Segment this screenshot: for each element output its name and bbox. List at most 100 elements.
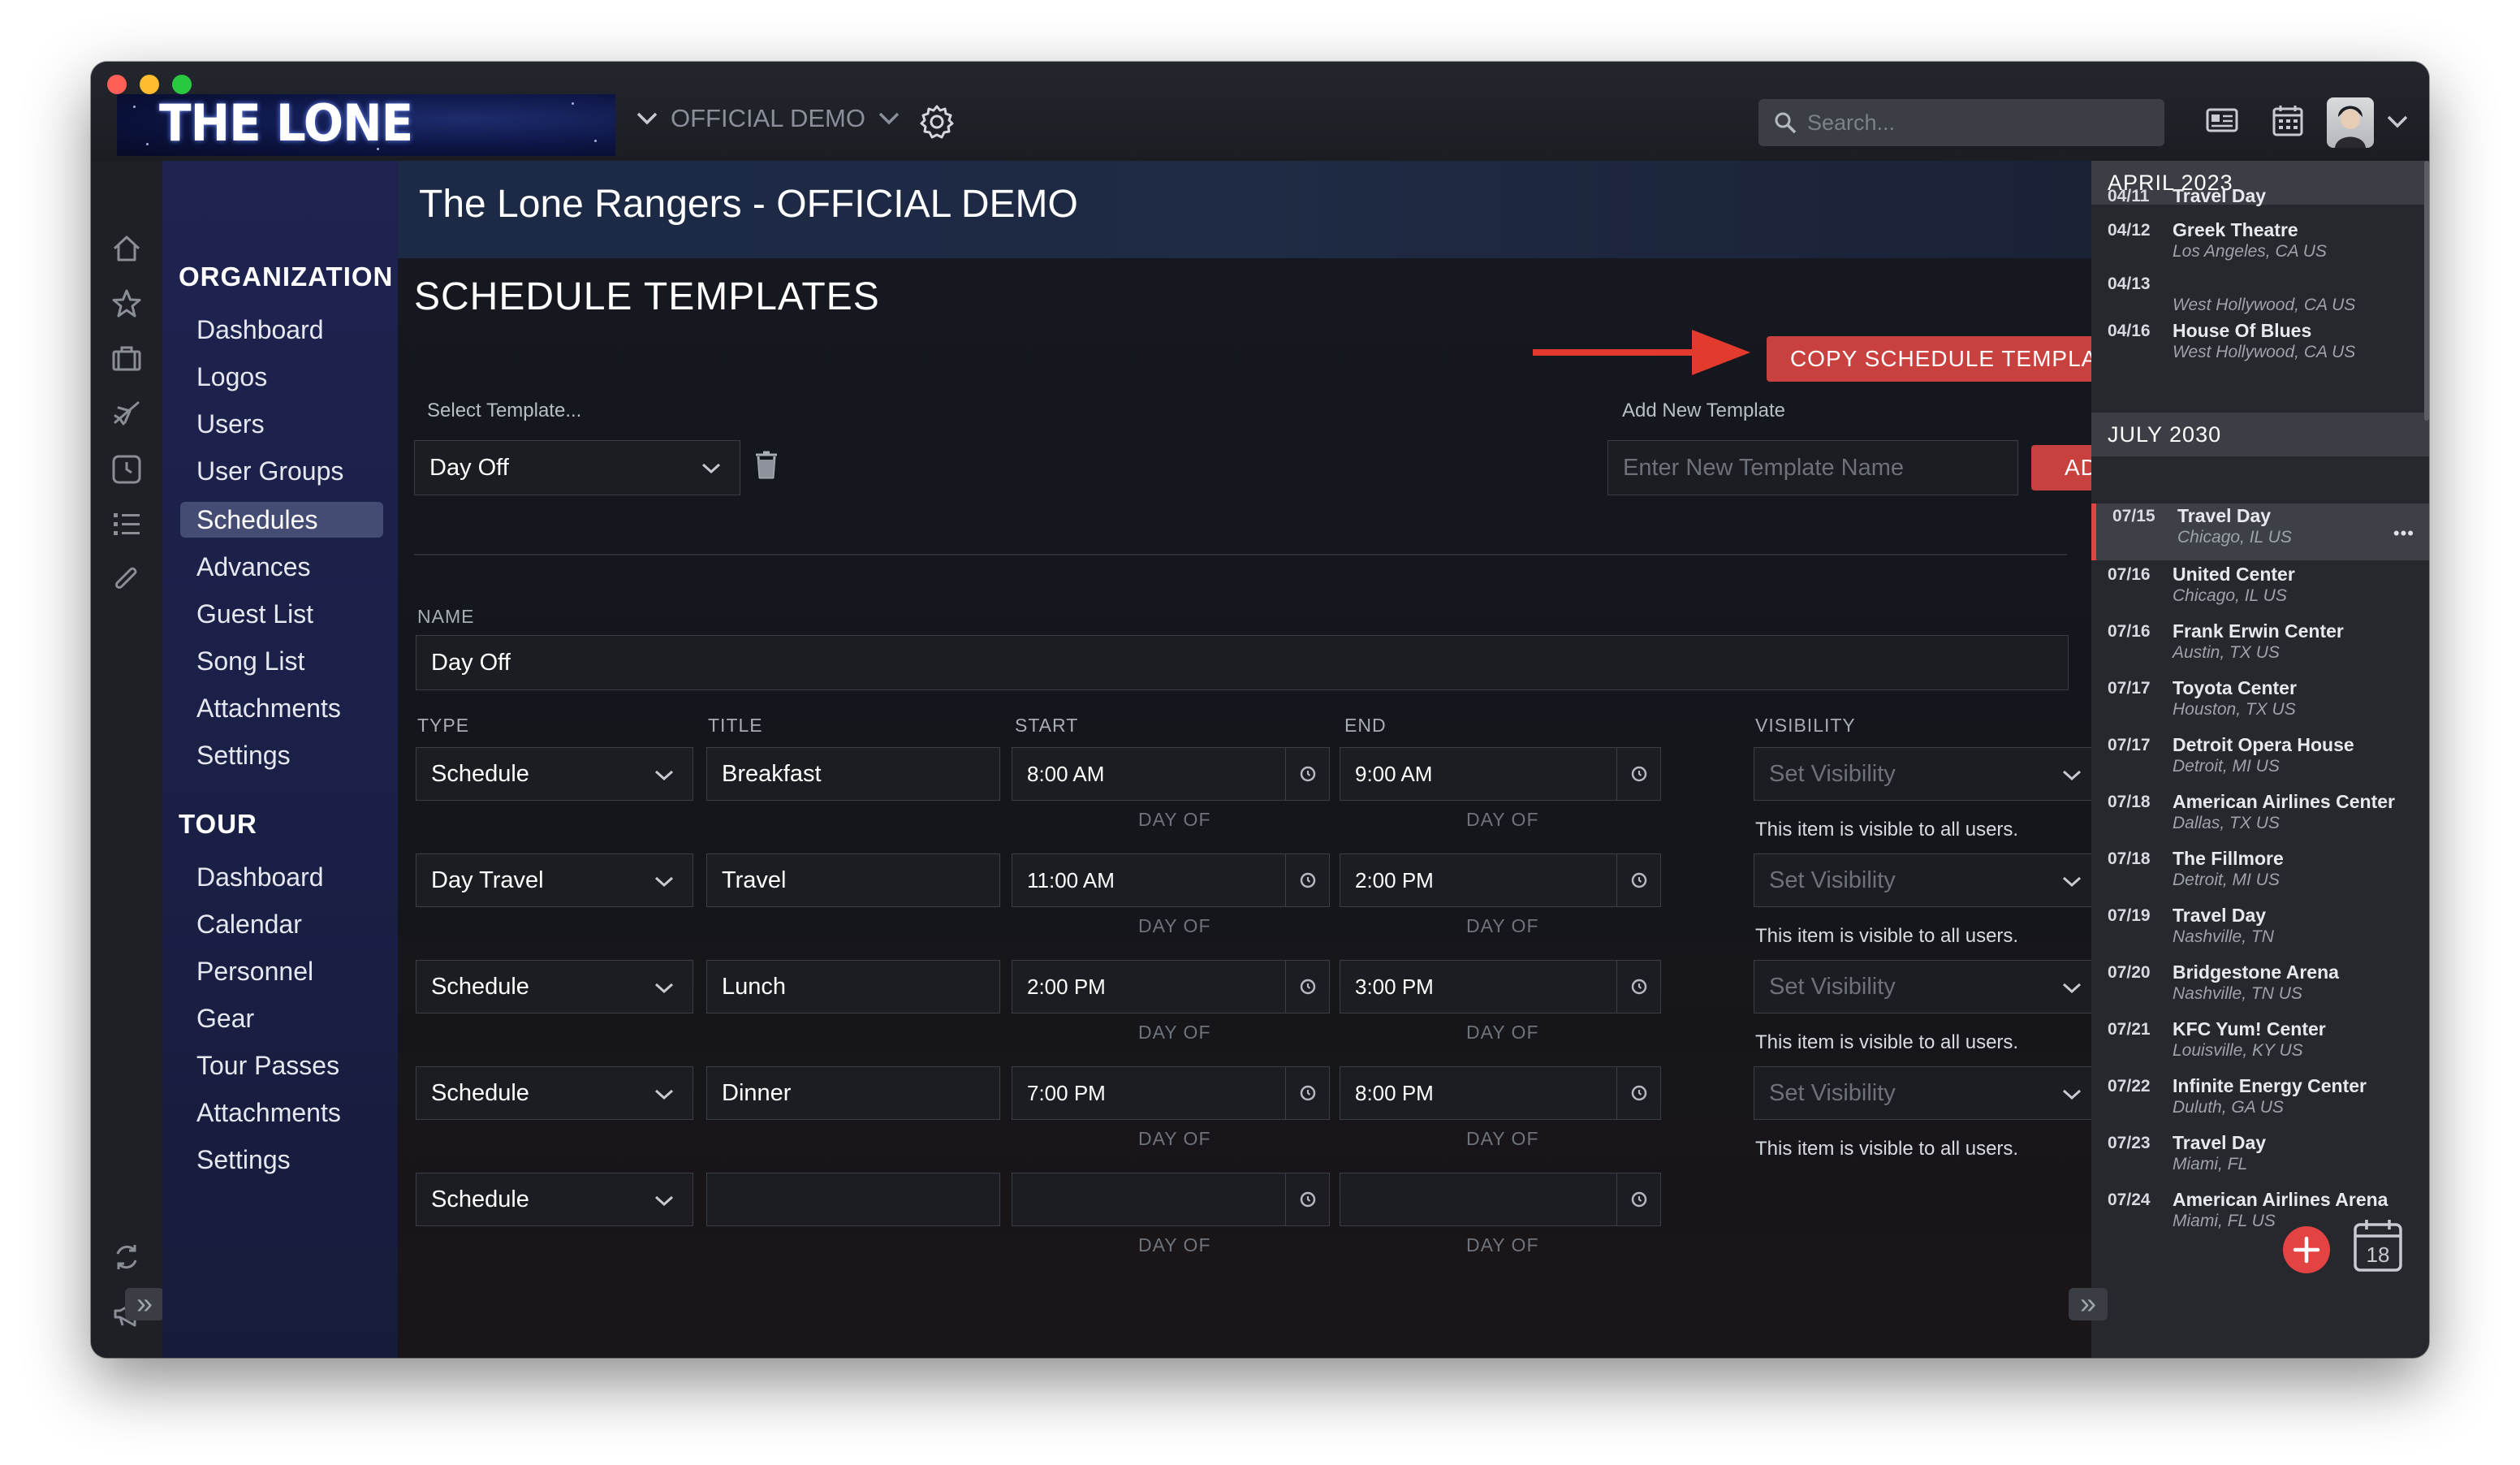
plane-icon[interactable] — [110, 398, 143, 430]
calendar-event-item[interactable]: 07/21 KFC Yum! Center Louisville, KY US — [2091, 1017, 2429, 1074]
calendar-icon[interactable] — [2272, 104, 2304, 138]
org-switcher[interactable]: OFFICIAL DEMO — [635, 104, 901, 133]
sidebar-item-org-dashboard[interactable]: Dashboard — [180, 312, 383, 348]
sidebar-item-advances[interactable]: Advances — [180, 549, 383, 585]
search-input[interactable] — [1807, 110, 2148, 136]
today-calendar-button[interactable]: 18 — [2353, 1218, 2403, 1273]
new-template-name-input[interactable]: Enter New Template Name — [1607, 440, 2018, 495]
close-window-button[interactable] — [107, 75, 127, 94]
sidebar-item-user-groups[interactable]: User Groups — [180, 453, 383, 489]
expand-calendar-panel-button[interactable]: » — [2069, 1288, 2108, 1320]
row-title-input[interactable]: Breakfast — [706, 747, 1000, 801]
calendar-event-item[interactable]: 07/20 Bridgestone Arena Nashville, TN US — [2091, 960, 2429, 1017]
calendar-event-item[interactable]: 07/19 Travel Day Nashville, TN — [2091, 903, 2429, 960]
calendar-event-item[interactable]: 07/22 Infinite Energy Center Duluth, GA US — [2091, 1074, 2429, 1130]
expand-rail-button[interactable]: » — [125, 1288, 164, 1320]
calendar-panel-scrollbar[interactable] — [2424, 161, 2429, 421]
add-template-button[interactable]: ADD — [2031, 445, 2091, 490]
sidebar-item-tour-attachments[interactable]: Attachments — [180, 1095, 383, 1130]
row-start-time-input[interactable]: 7:00 PM — [1012, 1066, 1330, 1120]
row-start-time-input[interactable]: 11:00 AM — [1012, 854, 1330, 907]
calendar-event-item[interactable]: 04/16 House Of Blues West Hollywood, CA US — [2091, 318, 2429, 375]
end-clock-button[interactable] — [1616, 854, 1660, 906]
row-end-time-input[interactable]: 3:00 PM — [1340, 960, 1661, 1013]
chevron-down-icon[interactable] — [2385, 114, 2410, 130]
row-end-time-input[interactable]: 9:00 AM — [1340, 747, 1661, 801]
template-select[interactable]: Day Off — [414, 440, 740, 495]
end-clock-button[interactable] — [1616, 1067, 1660, 1119]
row-type-select[interactable]: Schedule — [416, 1066, 693, 1120]
user-avatar[interactable] — [2327, 97, 2374, 148]
calendar-event-item[interactable]: 07/17 Detroit Opera House Detroit, MI US — [2091, 732, 2429, 789]
search-box[interactable] — [1758, 99, 2164, 146]
sidebar-item-org-settings[interactable]: Settings — [180, 737, 383, 773]
row-end-time-input[interactable]: 2:00 PM — [1340, 854, 1661, 907]
start-clock-button[interactable] — [1285, 854, 1329, 906]
row-type-select[interactable]: Schedule — [416, 960, 693, 1013]
row-start-time-input[interactable]: 2:00 PM — [1012, 960, 1330, 1013]
calendar-event-item[interactable]: 07/15 Travel Day Chicago, IL US ••• — [2091, 503, 2429, 560]
sidebar-item-tour-dashboard[interactable]: Dashboard — [180, 859, 383, 895]
row-type-select[interactable]: Day Travel — [416, 854, 693, 907]
paperclip-icon[interactable] — [110, 564, 143, 596]
delete-template-trash-icon[interactable] — [753, 450, 779, 481]
calendar-event-item[interactable]: 07/18 American Airlines Center Dallas, TX … — [2091, 789, 2429, 846]
row-end-time-input[interactable]: 8:00 PM — [1340, 1066, 1661, 1120]
clock-icon[interactable] — [110, 453, 143, 486]
start-clock-button[interactable] — [1285, 748, 1329, 800]
minimize-window-button[interactable] — [140, 75, 159, 94]
start-clock-button[interactable] — [1285, 1067, 1329, 1119]
home-icon[interactable] — [110, 232, 143, 265]
row-visibility-select[interactable]: Set Visibility — [1754, 747, 2091, 801]
end-clock-button[interactable] — [1616, 1173, 1660, 1225]
sidebar-item-schedules[interactable]: Schedules — [180, 502, 383, 538]
zoom-window-button[interactable] — [172, 75, 192, 94]
sidebar-item-guest-list[interactable]: Guest List — [180, 596, 383, 632]
row-title-input[interactable]: Lunch — [706, 960, 1000, 1013]
sync-icon[interactable] — [110, 1241, 143, 1273]
start-clock-button[interactable] — [1285, 1173, 1329, 1225]
template-name-input[interactable]: Day Off — [416, 635, 2069, 690]
add-event-button[interactable] — [2283, 1226, 2330, 1273]
gear-icon[interactable] — [919, 104, 955, 140]
row-end-time-input[interactable] — [1340, 1173, 1661, 1226]
row-visibility-select[interactable]: Set Visibility — [1754, 854, 2091, 907]
row-type-select[interactable]: Schedule — [416, 747, 693, 801]
sidebar-item-org-attachments[interactable]: Attachments — [180, 690, 383, 726]
calendar-event-item[interactable]: 07/17 Toyota Center Houston, TX US — [2091, 676, 2429, 732]
row-start-time-input[interactable] — [1012, 1173, 1330, 1226]
sidebar-item-song-list[interactable]: Song List — [180, 643, 383, 679]
row-visibility-select[interactable]: Set Visibility — [1754, 960, 2091, 1013]
chevron-down-icon — [878, 112, 900, 125]
row-title-input[interactable] — [706, 1173, 1000, 1226]
row-title-input[interactable]: Dinner — [706, 1066, 1000, 1120]
end-clock-button[interactable] — [1616, 961, 1660, 1013]
contact-card-icon[interactable] — [2205, 104, 2239, 136]
copy-schedule-template-button[interactable]: COPY SCHEDULE TEMPLATE — [1767, 336, 2091, 382]
calendar-event-item[interactable]: 07/23 Travel Day Miami, FL — [2091, 1130, 2429, 1187]
end-clock-button[interactable] — [1616, 748, 1660, 800]
sidebar-item-tour-settings[interactable]: Settings — [180, 1142, 383, 1178]
calendar-event-item[interactable]: 07/16 United Center Chicago, IL US — [2091, 562, 2429, 619]
event-more-options[interactable]: ••• — [2393, 523, 2414, 544]
row-title-input[interactable]: Travel — [706, 854, 1000, 907]
tour-section-heading: TOUR — [179, 809, 257, 839]
sidebar-item-tour-passes[interactable]: Tour Passes — [180, 1048, 383, 1083]
band-logo[interactable]: THE LONE RANGERS — [117, 94, 615, 156]
calendar-event-item[interactable]: 04/12 Greek Theatre Los Angeles, CA US — [2091, 218, 2429, 274]
row-start-time-input[interactable]: 8:00 AM — [1012, 747, 1330, 801]
calendar-event-item[interactable]: 07/16 Frank Erwin Center Austin, TX US — [2091, 619, 2429, 676]
row-type-select[interactable]: Schedule — [416, 1173, 693, 1226]
chevron-down-icon — [654, 983, 674, 994]
briefcase-icon[interactable] — [110, 343, 143, 375]
sidebar-item-users[interactable]: Users — [180, 406, 383, 442]
star-icon[interactable] — [110, 287, 143, 320]
list-icon[interactable] — [110, 508, 143, 541]
calendar-event-item[interactable]: 07/18 The Fillmore Detroit, MI US — [2091, 846, 2429, 903]
row-visibility-select[interactable]: Set Visibility — [1754, 1066, 2091, 1120]
start-clock-button[interactable] — [1285, 961, 1329, 1013]
sidebar-item-logos[interactable]: Logos — [180, 359, 383, 395]
sidebar-item-calendar[interactable]: Calendar — [180, 906, 383, 942]
sidebar-item-personnel[interactable]: Personnel — [180, 953, 383, 989]
sidebar-item-gear[interactable]: Gear — [180, 1000, 383, 1036]
